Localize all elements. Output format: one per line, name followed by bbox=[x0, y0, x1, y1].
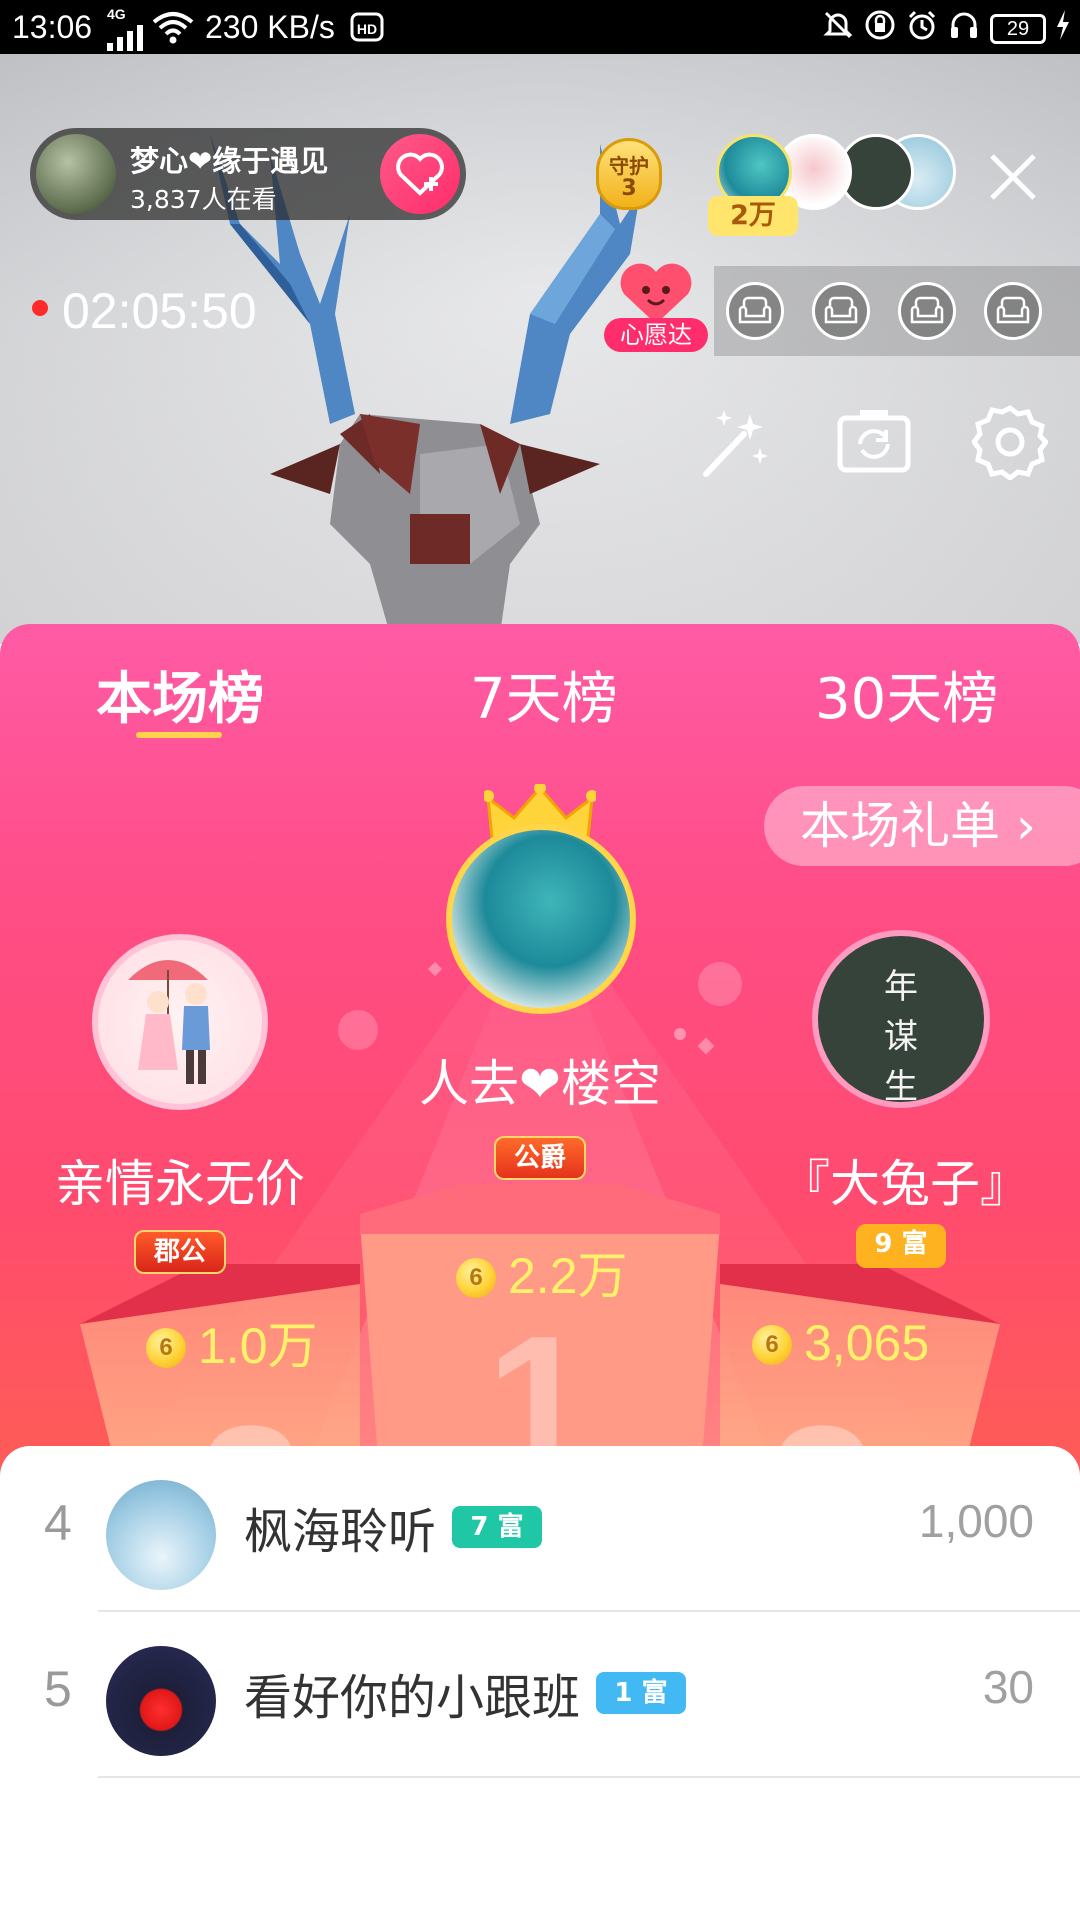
guard-count: 3 bbox=[621, 176, 637, 201]
list-avatar[interactable] bbox=[106, 1646, 216, 1756]
live-recording-dot bbox=[32, 300, 48, 316]
battery-indicator: 29 bbox=[990, 14, 1046, 44]
seat-slot-3[interactable] bbox=[898, 282, 956, 340]
headphones-icon bbox=[948, 9, 980, 49]
wish-badge[interactable]: 心愿达 bbox=[604, 262, 708, 354]
sofa-seat-icon bbox=[824, 296, 858, 324]
sofa-seat-icon bbox=[738, 296, 772, 324]
list-rank: 5 bbox=[44, 1661, 72, 1717]
rank1-coin-value: 2.2万 bbox=[508, 1248, 628, 1304]
rank1-title-badge: 公爵 bbox=[494, 1136, 586, 1180]
sofa-seat-icon bbox=[996, 296, 1030, 324]
live-timer: 02:05:50 bbox=[62, 283, 257, 339]
ranking-list: 4 枫海聆听 7 富 1,000 5 看好你的小跟班 1 富 30 bbox=[0, 1446, 1080, 1920]
live-video[interactable]: 梦心❤缘于遇见 3,837人在看 守护 3 2万 02:05:50 心愿达 bbox=[0, 54, 1080, 644]
close-icon[interactable] bbox=[986, 150, 1040, 204]
host-name: 梦心❤缘于遇见 bbox=[130, 144, 329, 178]
wish-heart-icon bbox=[620, 263, 692, 324]
rank3-coins: 6 3,065 bbox=[752, 1314, 929, 1372]
rank3-coin-value: 3,065 bbox=[804, 1315, 930, 1371]
rank2-coins: 6 1.0万 bbox=[146, 1306, 318, 1378]
list-value: 30 bbox=[982, 1661, 1034, 1713]
rank2-name: 亲情永无价 bbox=[55, 1155, 305, 1213]
battery-level: 29 bbox=[1006, 18, 1030, 40]
list-rank: 4 bbox=[44, 1495, 72, 1551]
network-speed: 230 KB/s bbox=[205, 9, 335, 45]
wish-label: 心愿达 bbox=[604, 318, 708, 352]
couple-illustration bbox=[128, 960, 210, 1084]
network-type: 4G bbox=[107, 6, 126, 22]
rank1-avatar[interactable] bbox=[446, 824, 636, 1014]
magic-wand-icon[interactable] bbox=[698, 404, 774, 480]
rank3-avatar[interactable]: 年 谋 生 bbox=[812, 930, 990, 1108]
rank1-name: 人去❤楼空 bbox=[419, 1055, 661, 1113]
list-item[interactable]: 4 枫海聆听 7 富 1,000 bbox=[0, 1446, 1080, 1612]
rank1-coins: 6 2.2万 bbox=[456, 1236, 628, 1308]
tab-7-day[interactable]: 7天榜 bbox=[470, 654, 618, 735]
guard-label: 守护 bbox=[609, 154, 649, 178]
list-name: 看好你的小跟班 bbox=[244, 1670, 581, 1726]
rank2-title-badge: 郡公 bbox=[134, 1230, 226, 1274]
alarm-icon bbox=[906, 9, 938, 49]
status-bar: 13:06 4G 230 KB/s HD 29 bbox=[0, 0, 1080, 54]
rank3-rich-badge: 9 富 bbox=[856, 1224, 946, 1268]
hd-voice-icon: HD bbox=[350, 10, 384, 52]
settings-gear-icon[interactable] bbox=[972, 404, 1048, 480]
svg-text:HD: HD bbox=[357, 21, 377, 37]
guard-badge[interactable]: 守护 3 bbox=[584, 134, 674, 220]
host-avatar[interactable] bbox=[36, 134, 116, 214]
list-name: 枫海聆听 bbox=[244, 1504, 437, 1560]
status-right-icons: 29 bbox=[822, 9, 1070, 49]
seat-bar bbox=[714, 266, 1080, 356]
tab-current-session[interactable]: 本场榜 bbox=[96, 654, 264, 735]
seat-slot-4[interactable] bbox=[984, 282, 1042, 340]
viewer-count: 3,837人在看 bbox=[130, 185, 277, 214]
rich-level-badge: 1 富 bbox=[596, 1672, 686, 1714]
flip-camera-icon[interactable] bbox=[836, 404, 912, 480]
rank2-avatar[interactable] bbox=[92, 934, 268, 1110]
gift-list-button[interactable]: 本场礼单 › bbox=[764, 786, 1080, 866]
coin-icon: 6 bbox=[752, 1325, 792, 1365]
follow-button[interactable] bbox=[380, 134, 460, 214]
rich-level-badge: 7 富 bbox=[452, 1506, 542, 1548]
coin-icon: 6 bbox=[456, 1258, 496, 1298]
rank2-coin-value: 1.0万 bbox=[198, 1318, 318, 1374]
lock-rotation-icon bbox=[864, 9, 896, 49]
seat-slot-2[interactable] bbox=[812, 282, 870, 340]
list-value: 1,000 bbox=[918, 1495, 1034, 1547]
wifi-icon bbox=[152, 10, 194, 52]
fan-contribution-value: 2万 bbox=[708, 196, 798, 236]
seat-slot-1[interactable] bbox=[726, 282, 784, 340]
status-time: 13:06 bbox=[12, 9, 93, 45]
tab-indicator bbox=[136, 732, 222, 738]
tab-30-day[interactable]: 30天榜 bbox=[815, 654, 998, 735]
list-item[interactable]: 5 看好你的小跟班 1 富 30 bbox=[0, 1612, 1080, 1778]
rank3-avatar-calligraphy: 年 谋 生 bbox=[884, 967, 918, 1107]
row-divider bbox=[98, 1776, 1080, 1778]
coin-icon: 6 bbox=[146, 1328, 186, 1368]
charging-icon bbox=[1056, 10, 1070, 48]
host-info-pill[interactable]: 梦心❤缘于遇见 3,837人在看 bbox=[30, 128, 466, 220]
follow-heart-icon bbox=[396, 152, 444, 196]
rank3-name: 『大兔子』 bbox=[780, 1155, 1030, 1213]
sofa-seat-icon bbox=[910, 296, 944, 324]
mute-bell-icon bbox=[822, 9, 854, 49]
list-avatar[interactable] bbox=[106, 1480, 216, 1590]
